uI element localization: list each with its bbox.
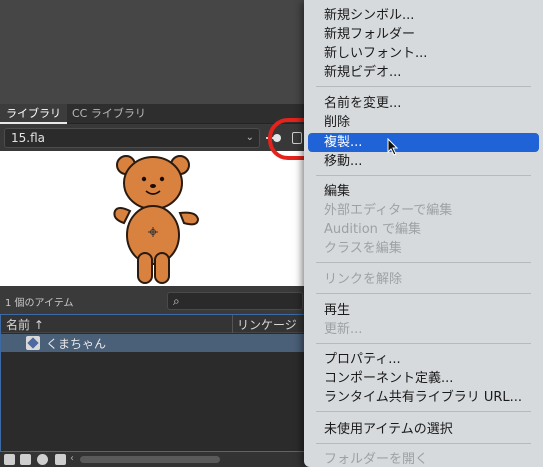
item-count: 1 個のアイテム bbox=[5, 298, 74, 309]
menu-item-edit-audition: Audition で編集 bbox=[324, 222, 422, 237]
new-symbol-icon[interactable] bbox=[4, 454, 15, 465]
menu-separator bbox=[316, 262, 531, 263]
search-icon: ⌕ bbox=[173, 294, 180, 308]
horizontal-scrollbar[interactable] bbox=[80, 456, 220, 463]
menu-item-select-unused[interactable]: 未使用アイテムの選択 bbox=[304, 420, 543, 439]
menu-item-move[interactable]: 移動... bbox=[304, 152, 543, 171]
list-header: 名前 ↑ リンケージ bbox=[1, 315, 304, 333]
list-item-label: くまちゃん bbox=[46, 337, 107, 351]
scroll-left-icon[interactable]: ‹ bbox=[70, 453, 74, 464]
menu-item-new-video[interactable]: 新規ビデオ... bbox=[304, 63, 543, 82]
menu-item-unlink: リンクを解除 bbox=[324, 272, 403, 287]
library-bottom-bar: ‹ bbox=[0, 452, 305, 467]
context-menu: 新規シンボル... 新規フォルダー 新しいフォント... 新規ビデオ... 名前… bbox=[304, 0, 543, 467]
search-input[interactable]: ⌕ bbox=[167, 292, 303, 310]
tab-cc-library[interactable]: CC ライブラリ bbox=[66, 104, 152, 124]
menu-item-new-font[interactable]: 新しいフォント... bbox=[304, 44, 543, 63]
graphic-symbol-icon bbox=[26, 336, 40, 350]
library-status-bar: 1 個のアイテム ⌕ bbox=[0, 289, 305, 313]
menu-item-component-definition[interactable]: コンポーネント定義... bbox=[304, 369, 543, 388]
menu-item-open-folder: フォルダーを開く bbox=[324, 452, 429, 467]
list-item[interactable]: くまちゃん bbox=[1, 334, 304, 352]
new-folder-icon[interactable] bbox=[20, 454, 31, 465]
menu-item-new-folder[interactable]: 新規フォルダー bbox=[304, 25, 543, 44]
menu-item-edit-external: 外部エディターで編集 bbox=[324, 203, 453, 218]
panel-top-area bbox=[0, 0, 305, 104]
menu-separator bbox=[316, 411, 531, 412]
menu-item-edit[interactable]: 編集 bbox=[304, 182, 543, 201]
menu-item-edit-class: クラスを編集 bbox=[324, 241, 402, 256]
column-header-name[interactable]: 名前 ↑ bbox=[6, 316, 44, 333]
menu-separator bbox=[316, 293, 531, 294]
library-toolbar: 15.fla ⌄ bbox=[0, 125, 305, 151]
column-header-linkage[interactable]: リンケージ bbox=[237, 316, 297, 333]
menu-item-play[interactable]: 再生 bbox=[304, 301, 543, 320]
menu-separator bbox=[316, 343, 531, 344]
column-divider[interactable] bbox=[232, 315, 233, 333]
library-item-list: 名前 ↑ リンケージ くまちゃん bbox=[0, 314, 305, 452]
chevron-down-icon: ⌄ bbox=[245, 132, 254, 143]
document-select-value: 15.fla bbox=[11, 131, 45, 145]
library-tabbar: ライブラリ CC ライブラリ bbox=[0, 104, 305, 124]
menu-item-new-symbol[interactable]: 新規シンボル... bbox=[304, 6, 543, 25]
menu-item-delete[interactable]: 削除 bbox=[304, 113, 543, 132]
properties-icon[interactable] bbox=[37, 454, 48, 465]
teddy-bear-image bbox=[113, 155, 200, 284]
mouse-pointer-icon bbox=[387, 138, 399, 156]
menu-item-runtime-shared-library-url[interactable]: ランタイム共有ライブラリ URL... bbox=[304, 388, 543, 407]
sort-ascending-icon: ↑ bbox=[33, 318, 44, 332]
menu-separator bbox=[316, 443, 531, 444]
menu-separator bbox=[316, 175, 531, 176]
symbol-preview bbox=[0, 151, 305, 286]
menu-item-duplicate[interactable]: 複製... bbox=[308, 133, 539, 152]
menu-item-update: 更新... bbox=[324, 322, 363, 337]
menu-separator bbox=[316, 86, 531, 87]
menu-item-rename[interactable]: 名前を変更... bbox=[304, 94, 543, 113]
document-select[interactable]: 15.fla ⌄ bbox=[4, 128, 260, 148]
trash-icon[interactable] bbox=[55, 454, 66, 465]
tab-library[interactable]: ライブラリ bbox=[0, 104, 67, 124]
menu-item-properties[interactable]: プロパティ... bbox=[304, 350, 543, 369]
